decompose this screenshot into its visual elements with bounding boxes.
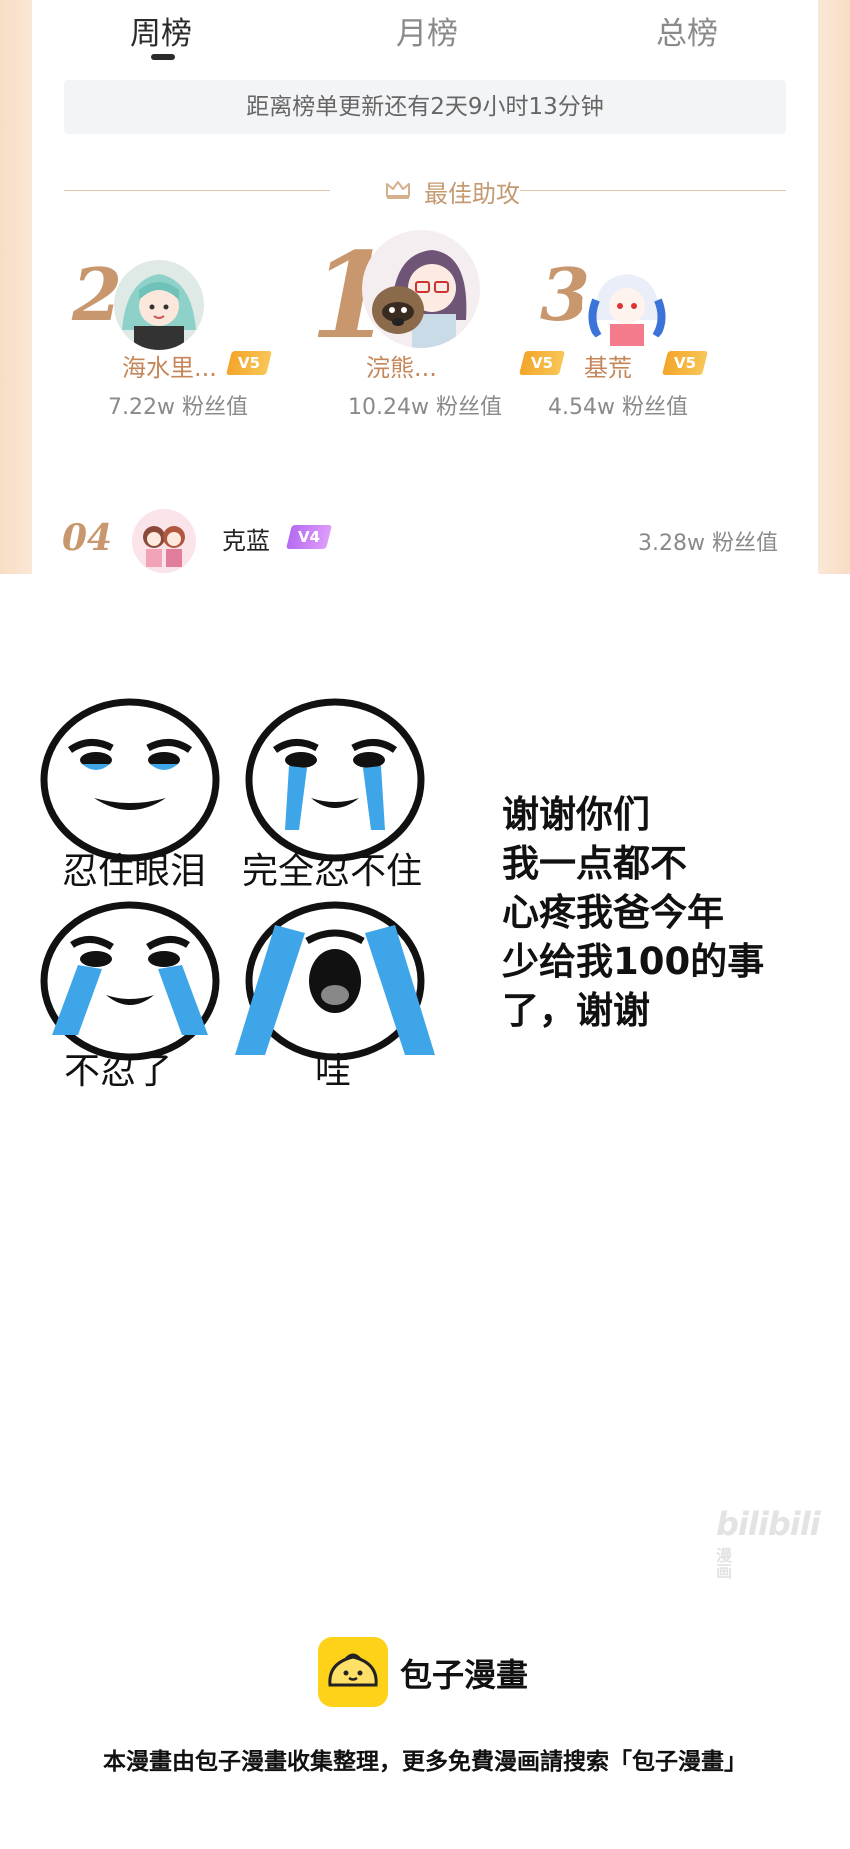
avatar[interactable] (582, 260, 672, 350)
tab-monthly[interactable]: 月榜 (396, 8, 458, 53)
app-name: 包子漫畫 (400, 1656, 529, 1694)
avatar[interactable] (132, 509, 196, 573)
crown-icon (386, 181, 410, 199)
fan-value: 3.28w 粉丝值 (638, 531, 778, 556)
level-badge: V4 (286, 525, 332, 549)
section-title: 最佳助攻 (424, 180, 520, 208)
level-badge: V5 (226, 351, 272, 375)
meme-caption: 不忍了 (64, 1051, 173, 1092)
level-badge: V5 (662, 351, 708, 375)
list-item[interactable]: 04 克蓝 V4 3.28w 粉丝值 (32, 505, 818, 574)
meme-caption: 哇 (315, 1051, 352, 1092)
speech-line: 谢谢你们 (502, 793, 650, 836)
username: 克蓝 (222, 527, 270, 555)
podium-rank-2[interactable]: 2 海水里... V5 7.22w 粉丝值 (62, 226, 302, 456)
speech-line: 我一点都不 (502, 842, 687, 885)
app-logo-icon (318, 1637, 388, 1707)
section-header: 最佳助攻 (64, 170, 786, 210)
speech-line: 少给我100的事 (502, 940, 765, 983)
ranking-tabs: 周榜 月榜 总榜 (32, 0, 818, 60)
divider-left (64, 190, 330, 191)
podium-rank-3[interactable]: 3 基荒 V5 4.54w 粉丝值 (532, 226, 772, 456)
username: 基荒 (584, 354, 632, 382)
update-countdown: 距离榜单更新还有2天9小时13分钟 (64, 80, 786, 134)
tab-total[interactable]: 总榜 (656, 8, 718, 53)
footer-note: 本漫畫由包子漫畫收集整理，更多免費漫画請搜索「包子漫畫」 (103, 1749, 747, 1775)
speech-line: 心疼我爸今年 (502, 891, 724, 934)
speech-line: 了，谢谢 (502, 989, 650, 1032)
fan-value: 7.22w 粉丝值 (108, 395, 248, 420)
crying-meme-image: 忍住眼泪 完全忍不住 不忍了 哇 (30, 680, 440, 1092)
username: 海水里... (122, 354, 217, 382)
avatar[interactable] (362, 230, 480, 348)
speech-text: 谢谢你们 我一点都不 心疼我爸今年 少给我100的事 了，谢谢 (502, 790, 822, 1035)
podium-rank-1[interactable]: 1 浣熊... V5 10.24w 粉丝值 (310, 226, 565, 456)
rank-number: 04 (62, 517, 113, 559)
fan-value: 10.24w 粉丝值 (348, 395, 502, 420)
leaderboard-panel: 周榜 月榜 总榜 距离榜单更新还有2天9小时13分钟 最佳助攻 2 海水里...… (32, 0, 818, 574)
fan-value: 4.54w 粉丝值 (548, 395, 688, 420)
bilibili-watermark: bilibili漫画 (716, 1505, 821, 1581)
tab-weekly[interactable]: 周榜 (130, 8, 192, 53)
avatar[interactable] (114, 260, 204, 350)
active-tab-indicator (151, 54, 175, 60)
divider-right (520, 190, 786, 191)
username: 浣熊... (366, 354, 437, 382)
